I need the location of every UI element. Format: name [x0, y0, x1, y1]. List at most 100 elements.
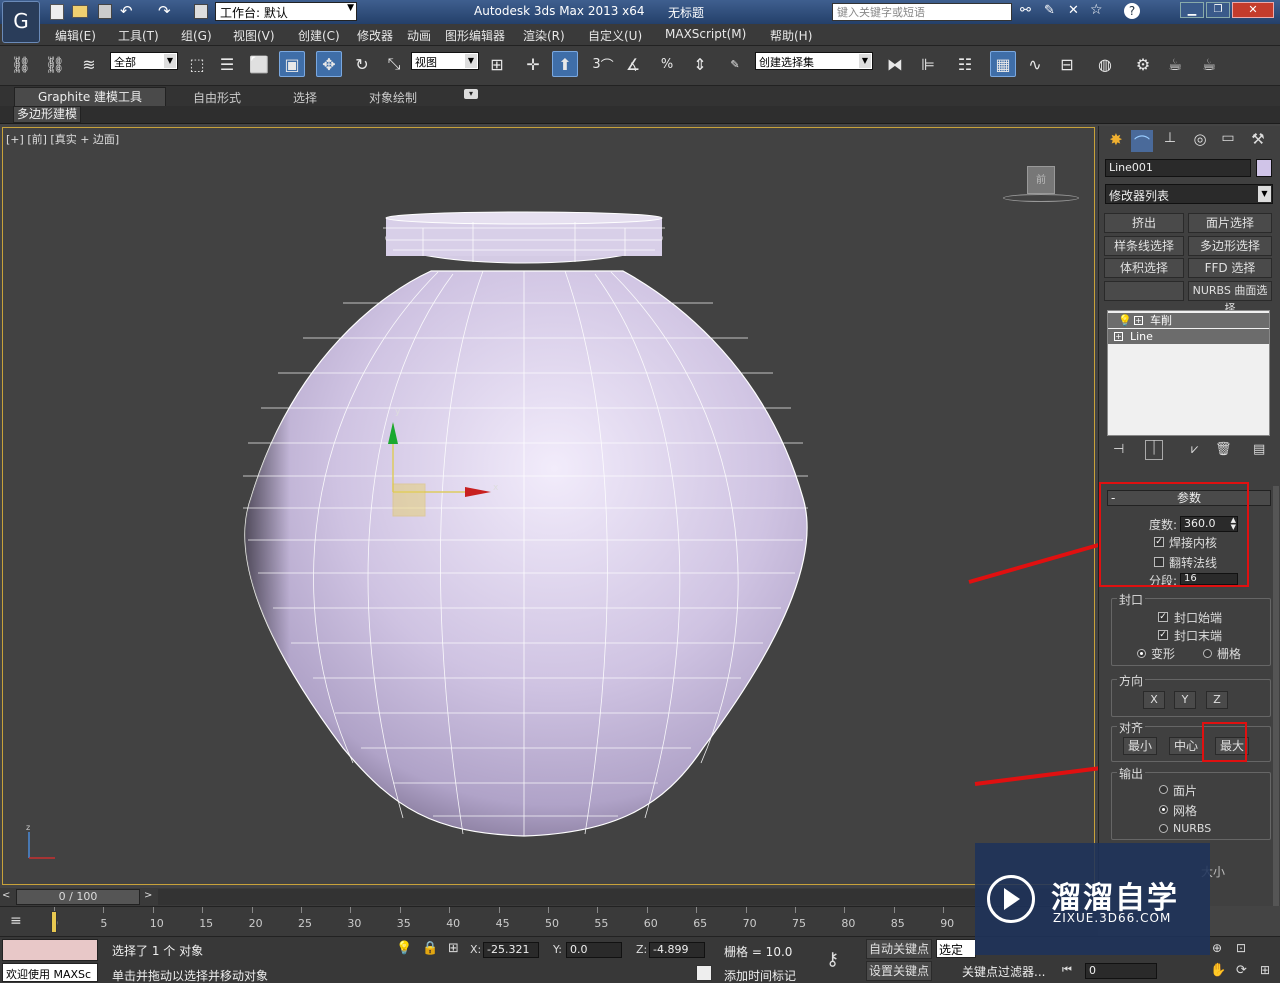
tab-freeform[interactable]: 自由形式 [193, 89, 241, 106]
window-crossing-icon[interactable]: ▣ [279, 51, 305, 77]
viewcube-face[interactable]: 前 [1027, 166, 1055, 194]
tab-graphite[interactable]: Graphite 建模工具 [14, 87, 166, 106]
maximize-viewport-icon[interactable]: ⊞ [1260, 963, 1270, 977]
create-tab-icon[interactable]: ✸ [1105, 130, 1127, 152]
set-key-icon[interactable]: ⚷ [826, 949, 860, 973]
goto-start-icon[interactable]: ⏮ [1062, 963, 1072, 977]
menu-rendering[interactable]: 渲染(R) [523, 27, 565, 44]
zoom-extents-icon[interactable]: ⊡ [1236, 941, 1246, 955]
viewport-view-menu[interactable]: [前] [27, 133, 47, 146]
maxscript-listener[interactable] [2, 939, 98, 961]
maxscript-mini-field[interactable]: 欢迎使用 MAXSc [2, 963, 98, 982]
make-unique-icon[interactable]: ⩗ [1191, 442, 1198, 457]
display-tab-icon[interactable]: ▭ [1217, 130, 1239, 152]
panel-scrollbar[interactable] [1273, 486, 1279, 906]
modify-tab-icon[interactable]: ⌒ [1131, 130, 1153, 153]
viewport-plus-menu[interactable]: [+] [6, 133, 24, 146]
mirror-icon[interactable]: ⧓ [882, 51, 908, 77]
edit-named-sel-icon[interactable]: ✎ [722, 51, 748, 77]
utilities-tab-icon[interactable]: ⚒ [1247, 130, 1269, 152]
percent-snap-icon[interactable]: % [654, 51, 680, 77]
set-key-button[interactable]: 设置关键点 [866, 961, 932, 981]
mod-vol-select-button[interactable]: 体积选择 [1104, 258, 1184, 278]
app-logo-icon[interactable]: G [2, 1, 40, 43]
schematic-view-icon[interactable]: ⊟ [1054, 51, 1080, 77]
menu-graph-editors[interactable]: 图形编辑器 [445, 27, 505, 44]
link-icon[interactable]: ⛓ [8, 51, 34, 77]
mod-spline-select-button[interactable]: 样条线选择 [1104, 236, 1184, 256]
unlink-icon[interactable]: ⛓ [42, 51, 68, 77]
object-color-swatch[interactable] [1256, 159, 1272, 177]
angle-snap-icon[interactable]: ∡ [620, 51, 646, 77]
out-mesh-radio[interactable] [1159, 805, 1168, 814]
minimize-button[interactable]: ▁ [1180, 2, 1204, 18]
qa-redo-icon[interactable]: ↷ [158, 2, 171, 20]
add-time-tag[interactable]: 添加时间标记 [724, 967, 796, 983]
trackbar[interactable]: ≡ 051015202530354045505560657075808590 [0, 906, 1098, 936]
binoculars-icon[interactable]: ⚯ [1020, 3, 1031, 18]
key-filters-button[interactable]: 关键点过滤器... [962, 963, 1045, 980]
pivot-center-icon[interactable]: ⊞ [484, 51, 510, 77]
bind-spacewarp-icon[interactable]: ≋ [76, 51, 102, 77]
object-name-field[interactable]: Line001 [1105, 159, 1251, 177]
align-center-button[interactable]: 中心 [1169, 737, 1203, 755]
pin-stack-icon[interactable]: ⊣ [1113, 442, 1124, 457]
z-coord-field[interactable]: -4.899 [649, 942, 705, 958]
current-frame-field[interactable]: 0 [1085, 963, 1157, 979]
time-slider-thumb[interactable]: 0 / 100 [16, 889, 140, 905]
viewport-front[interactable]: [+] [前] [真实 + 边面] 前 y x z [2, 127, 1255, 885]
cap-start-checkbox[interactable]: ✓ [1158, 612, 1168, 622]
align-icon[interactable]: ⊫ [915, 51, 941, 77]
curve-editor-icon[interactable]: ∿ [1022, 51, 1048, 77]
named-selection-dropdown[interactable]: 创建选择集 ▼ [755, 52, 873, 70]
modifier-stack[interactable]: 💡 + 车削 + Line [1107, 310, 1270, 436]
auto-key-button[interactable]: 自动关键点 [866, 939, 932, 959]
material-editor-icon[interactable]: ◍ [1092, 51, 1118, 77]
morph-radio[interactable] [1137, 649, 1146, 658]
hierarchy-tab-icon[interactable]: ⊥ [1159, 130, 1181, 152]
layer-manager-icon[interactable]: ☷ [952, 51, 978, 77]
subscription-icon[interactable]: ✎ [1044, 3, 1055, 18]
mod-ffd-select-button[interactable]: FFD 选择 [1188, 258, 1272, 278]
lock-selection-icon[interactable]: 🔒 [422, 941, 438, 956]
pan-icon[interactable]: ✋ [1210, 963, 1226, 978]
expand-icon[interactable]: + [1134, 316, 1143, 325]
favorites-icon[interactable]: ☆ [1090, 2, 1103, 18]
workspace-dropdown[interactable]: 工作台: 默认 ▼ [215, 2, 357, 21]
keyboard-shortcut-icon[interactable]: ⬆ [552, 51, 578, 77]
curve-editor-mini-icon[interactable]: ≡ [10, 913, 32, 931]
selection-filter-dropdown[interactable]: 全部 ▼ [110, 52, 178, 70]
configure-sets-icon[interactable]: ▤ [1253, 442, 1265, 457]
menu-animation[interactable]: 动画 [407, 27, 431, 44]
tab-object-paint[interactable]: 对象绘制 [369, 89, 417, 106]
menu-group[interactable]: 组(G) [181, 27, 212, 44]
orbit-icon[interactable]: ⟳ [1236, 963, 1247, 978]
menu-edit[interactable]: 编辑(E) [55, 27, 96, 44]
time-prev-button[interactable]: < [2, 890, 14, 904]
mod-empty-button[interactable] [1104, 281, 1184, 301]
stack-item-lathe[interactable]: 💡 + 车削 [1108, 313, 1269, 328]
qa-project-icon[interactable] [194, 4, 208, 19]
mod-extrude-button[interactable]: 挤出 [1104, 213, 1184, 233]
spinner-snap-icon[interactable]: ⇕ [687, 51, 713, 77]
viewcube[interactable]: 前 [1003, 164, 1079, 204]
snaps-toggle-icon[interactable]: 3 ⌒ [590, 51, 616, 77]
menu-create[interactable]: 创建(C) [298, 27, 340, 44]
select-manipulate-icon[interactable]: ✛ [520, 51, 546, 77]
tab-selection[interactable]: 选择 [293, 89, 317, 106]
isolate-icon[interactable]: 💡 [396, 941, 412, 956]
menu-modifiers[interactable]: 修改器 [357, 27, 393, 44]
dir-y-button[interactable]: Y [1174, 691, 1196, 709]
modifier-list-dropdown[interactable]: 修改器列表 ▼ [1105, 184, 1273, 204]
qa-new-icon[interactable] [50, 4, 64, 20]
search-input[interactable]: 键入关键字或短语 [832, 3, 1012, 21]
expand-icon[interactable]: + [1114, 332, 1123, 341]
menu-views[interactable]: 视图(V) [233, 27, 275, 44]
current-frame-marker[interactable] [51, 911, 57, 933]
selected-set-dropdown[interactable]: 选定对 [936, 939, 976, 958]
cap-end-checkbox[interactable]: ✓ [1158, 630, 1168, 640]
absolute-mode-icon[interactable]: ⊞ [448, 941, 459, 956]
show-end-result-icon[interactable]: ⏐ [1145, 440, 1163, 460]
close-button[interactable]: ✕ [1232, 2, 1274, 18]
render-setup-icon[interactable]: ⚙ [1130, 51, 1156, 77]
